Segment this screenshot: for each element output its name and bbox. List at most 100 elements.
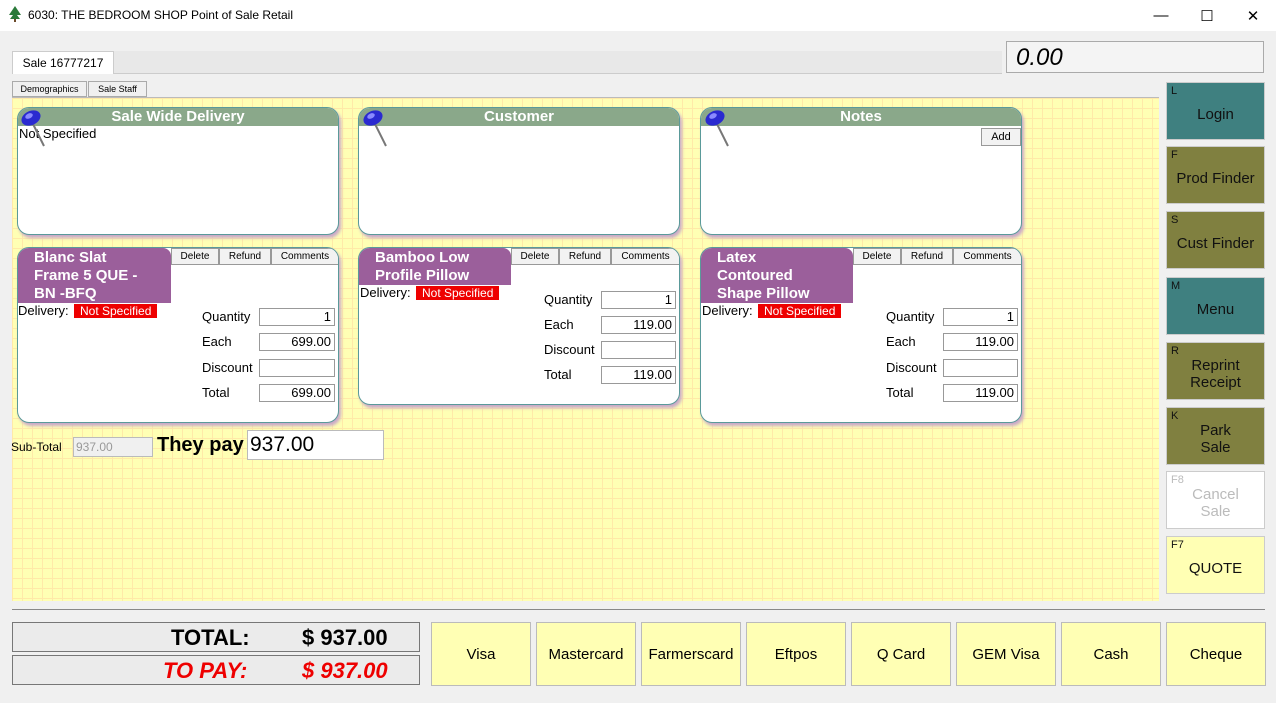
refund-button[interactable]: Refund: [219, 248, 271, 265]
total-label: TOTAL:: [171, 625, 250, 650]
comments-button[interactable]: Comments: [271, 248, 338, 265]
discount-field[interactable]: [943, 359, 1018, 377]
subtotal-label: Sub-Total: [11, 440, 62, 454]
tab-sale-staff[interactable]: Sale Staff: [88, 81, 147, 97]
quote-button[interactable]: F7 QUOTE: [1166, 536, 1265, 594]
to-pay-label: TO PAY:: [163, 658, 248, 683]
each-field[interactable]: 119.00: [943, 333, 1018, 351]
item-title: Latex Contoured Shape Pillow: [701, 248, 853, 303]
line-item-card[interactable]: Bamboo Low Profile Pillow Delete Refund …: [358, 247, 680, 405]
farmerscard-button[interactable]: Farmerscard: [641, 622, 741, 686]
tab-divider: [12, 73, 1002, 74]
pin-icon: [705, 110, 729, 147]
sale-wide-delivery-panel[interactable]: Sale Wide Delivery Not Specified: [17, 107, 339, 235]
total-field[interactable]: 119.00: [943, 384, 1018, 402]
to-pay-box: TO PAY: $ 937.00: [12, 655, 420, 685]
item-title-line: Profile Pillow: [375, 267, 470, 284]
q-card-button[interactable]: Q Card: [851, 622, 951, 686]
delete-button[interactable]: Delete: [171, 248, 219, 265]
notes-panel[interactable]: Notes Add: [700, 107, 1022, 235]
minimize-icon[interactable]: —: [1138, 0, 1184, 31]
refund-button[interactable]: Refund: [901, 248, 953, 265]
quantity-label: Quantity: [886, 309, 935, 324]
quantity-field[interactable]: 1: [259, 308, 335, 326]
gem-visa-button[interactable]: GEM Visa: [956, 622, 1056, 686]
cheque-button[interactable]: Cheque: [1166, 622, 1266, 686]
reprint-receipt-button[interactable]: R Reprint Receipt: [1166, 342, 1265, 400]
total-label: Total: [886, 385, 914, 400]
subtotal-field: 937.00: [73, 437, 153, 457]
delete-button[interactable]: Delete: [853, 248, 901, 265]
line-item-card[interactable]: Blanc Slat Frame 5 QUE - BN -BFQ Delete …: [17, 247, 339, 423]
item-title-line: Bamboo Low: [375, 249, 470, 266]
panel-title: Customer: [359, 108, 679, 126]
total-field[interactable]: 699.00: [259, 384, 335, 402]
customer-panel[interactable]: Customer: [358, 107, 680, 235]
button-label: Cancel Sale: [1192, 486, 1239, 520]
button-label: Menu: [1196, 300, 1235, 318]
cust-finder-button[interactable]: S Cust Finder: [1166, 211, 1265, 269]
delivery-status-badge[interactable]: Not Specified: [74, 304, 158, 318]
item-title-line: BN -BFQ: [34, 285, 97, 302]
park-sale-button[interactable]: K Park Sale: [1166, 407, 1265, 465]
button-label: Login: [1197, 105, 1234, 123]
sale-tab-strip: [12, 51, 1002, 73]
delivery-status-badge[interactable]: Not Specified: [758, 304, 842, 318]
each-field[interactable]: 119.00: [601, 316, 676, 334]
discount-field[interactable]: [259, 359, 335, 377]
eftpos-button[interactable]: Eftpos: [746, 622, 846, 686]
item-title: Bamboo Low Profile Pillow: [359, 248, 511, 285]
discount-field[interactable]: [601, 341, 676, 359]
button-label: Cust Finder: [1176, 234, 1255, 252]
panel-title: Notes: [701, 108, 1021, 126]
refund-button[interactable]: Refund: [559, 248, 611, 265]
comments-button[interactable]: Comments: [953, 248, 1021, 265]
discount-label: Discount: [202, 360, 253, 375]
they-pay-input[interactable]: 937.00: [247, 430, 384, 460]
cash-button[interactable]: Cash: [1061, 622, 1161, 686]
button-label: Reprint Receipt: [1190, 357, 1241, 391]
maximize-icon[interactable]: ☐: [1184, 0, 1230, 31]
they-pay-label: They pay: [157, 434, 244, 456]
title-bar: 6030: THE BEDROOM SHOP Point of Sale Ret…: [0, 0, 1276, 31]
item-title-line: Frame 5 QUE -: [34, 267, 138, 284]
discount-label: Discount: [544, 342, 595, 357]
quantity-label: Quantity: [544, 292, 593, 307]
button-label: QUOTE: [1188, 559, 1243, 577]
delivery-label: Delivery:: [702, 303, 753, 318]
total-field[interactable]: 119.00: [601, 366, 676, 384]
mastercard-button[interactable]: Mastercard: [536, 622, 636, 686]
prod-finder-button[interactable]: F Prod Finder: [1166, 146, 1265, 204]
visa-button[interactable]: Visa: [431, 622, 531, 686]
total-value: $ 937.00: [302, 625, 388, 650]
pin-icon: [21, 110, 45, 147]
menu-button[interactable]: M Menu: [1166, 277, 1265, 335]
line-item-card[interactable]: Latex Contoured Shape Pillow Delete Refu…: [700, 247, 1022, 423]
total-label: Total: [202, 385, 230, 400]
quantity-field[interactable]: 1: [943, 308, 1018, 326]
button-label: Prod Finder: [1176, 169, 1255, 187]
delivery-status-badge[interactable]: Not Specified: [416, 286, 500, 300]
quantity-label: Quantity: [202, 309, 251, 324]
each-label: Each: [886, 334, 916, 349]
discount-label: Discount: [886, 360, 937, 375]
tree-icon: [9, 6, 21, 22]
delivery-label: Delivery:: [360, 285, 411, 300]
item-title-line: Blanc Slat: [34, 249, 107, 266]
cancel-sale-button[interactable]: F8 Cancel Sale: [1166, 471, 1265, 529]
close-icon[interactable]: ✕: [1230, 0, 1276, 31]
each-label: Each: [544, 317, 574, 332]
delivery-label: Delivery:: [18, 303, 69, 318]
each-field[interactable]: 699.00: [259, 333, 335, 351]
delete-button[interactable]: Delete: [511, 248, 559, 265]
tab-demographics[interactable]: Demographics: [12, 81, 87, 97]
item-title-line: Latex: [717, 249, 757, 266]
item-title: Blanc Slat Frame 5 QUE - BN -BFQ: [18, 248, 171, 303]
item-title-line: Contoured: [717, 267, 793, 284]
sale-tab[interactable]: Sale 16777217: [12, 51, 114, 74]
login-button[interactable]: L Login: [1166, 82, 1265, 140]
item-title-line: Shape Pillow: [717, 285, 810, 302]
comments-button[interactable]: Comments: [611, 248, 679, 265]
add-note-button[interactable]: Add: [981, 128, 1021, 146]
quantity-field[interactable]: 1: [601, 291, 676, 309]
